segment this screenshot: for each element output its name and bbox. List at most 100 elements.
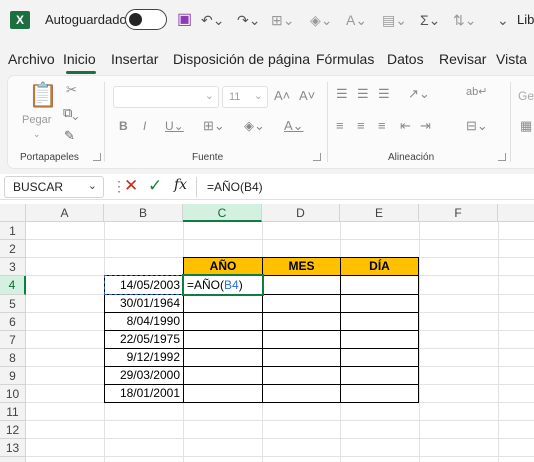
save-icon[interactable]: ▣ [177,9,192,31]
row-header-10[interactable]: 10 [0,385,26,403]
table-cell[interactable] [340,366,419,385]
date-cell-b5[interactable]: 30/01/1964 [104,294,184,313]
row-header-7[interactable]: 7 [0,331,26,349]
border-icon[interactable]: ⊞⌄ [203,118,225,134]
table-cell[interactable] [183,312,263,331]
sort-icon[interactable]: ⇅⌄ [453,9,476,31]
table-cell[interactable] [340,312,419,331]
format-painter-icon[interactable]: ✎ [64,128,75,144]
name-box-dropdown-icon[interactable]: ⌄ [88,179,97,192]
customize-toolbar-icon[interactable]: ⌄ [497,9,509,31]
table-cell[interactable] [340,275,419,295]
table-cell[interactable] [262,348,341,367]
date-cell-b6[interactable]: 8/04/1990 [104,312,184,331]
table-cell[interactable] [262,294,341,313]
table-cell[interactable] [340,384,419,403]
decrease-indent-icon[interactable]: ⇤ [400,118,411,134]
paste-dropdown-icon[interactable]: ⌄ [33,126,41,142]
font-color-icon[interactable]: A⌄ [346,9,367,31]
table-cell[interactable] [262,275,341,295]
text-color-icon[interactable]: A⌄ [284,118,304,134]
align-middle-icon[interactable]: ☰ [357,86,369,102]
active-cell-c4[interactable]: =AÑO(B4) [182,274,264,296]
bold-icon[interactable]: B [119,118,128,134]
tab-formulas[interactable]: Fórmulas [316,51,374,67]
row-header-3[interactable]: 3 [0,258,26,276]
undo-icon[interactable]: ↶⌄ [201,9,224,31]
date-cell-b9[interactable]: 29/03/2000 [104,366,184,385]
table-cell[interactable] [183,330,263,349]
date-cell-b10[interactable]: 18/01/2001 [104,384,184,403]
select-all-corner[interactable] [0,204,26,222]
date-cell-b8[interactable]: 9/12/1992 [104,348,184,367]
column-header-g[interactable] [498,204,534,222]
format-icon[interactable]: ▤⌄ [382,9,407,31]
shrink-font-icon[interactable]: A˅ [299,88,315,104]
tab-revisar[interactable]: Revisar [439,51,486,67]
row-header-6[interactable]: 6 [0,313,26,331]
cut-icon[interactable]: ✂ [66,82,77,98]
copy-icon[interactable]: ⧉⌄ [63,105,78,121]
redo-icon[interactable]: ↷⌄ [237,9,260,31]
tab-datos[interactable]: Datos [387,51,424,67]
row-header-8[interactable]: 8 [0,349,26,367]
merge-center-icon[interactable]: ⊟⌄ [466,118,488,134]
row-header-4[interactable]: 4 [0,276,26,295]
align-center-icon[interactable]: ≡ [357,118,365,134]
wrap-text-icon[interactable]: ab↵ [466,84,487,100]
fill-icon[interactable]: ◈⌄ [244,118,265,134]
table-cell[interactable] [262,312,341,331]
table-cell[interactable] [262,384,341,403]
align-right-icon[interactable]: ≡ [378,118,386,134]
row-header-13[interactable]: 13 [0,439,26,457]
table-cell[interactable] [262,366,341,385]
clipboard-launcher-icon[interactable] [93,153,101,161]
number-format-box[interactable]: Ge [518,88,534,104]
size-dropdown-icon[interactable]: ⌄ [254,89,263,102]
table-cell[interactable] [183,384,263,403]
column-header-f[interactable]: F [419,204,498,222]
row-header-9[interactable]: 9 [0,367,26,385]
align-top-icon[interactable]: ☰ [336,86,348,102]
font-launcher-icon[interactable] [313,153,321,161]
table-cell[interactable] [183,348,263,367]
alignment-launcher-icon[interactable] [498,153,506,161]
row-header-5[interactable]: 5 [0,295,26,313]
tab-vista[interactable]: Vista [496,51,527,67]
fill-color-icon[interactable]: ◈⌄ [310,9,333,31]
italic-icon[interactable]: I [143,118,146,134]
column-header-e[interactable]: E [340,204,419,222]
table-cell[interactable] [183,366,263,385]
row-header-12[interactable]: 12 [0,421,26,439]
row-header-14[interactable] [0,457,26,462]
column-header-a[interactable]: A [26,204,104,222]
table-cell[interactable] [183,294,263,313]
tab-insertar[interactable]: Insertar [111,51,158,67]
header-cell-mes[interactable]: MES [262,257,341,276]
formula-input[interactable]: =AÑO(B4) [207,180,263,194]
cancel-icon[interactable]: ✕ [124,176,138,196]
paste-icon[interactable]: 📋 [28,82,58,110]
grow-font-icon[interactable]: A˄ [274,88,290,104]
table-cell[interactable] [340,348,419,367]
autosave-toggle[interactable] [125,9,167,30]
column-header-d[interactable]: D [262,204,340,222]
currency-icon[interactable]: ▦ [520,118,532,134]
tab-inicio[interactable]: Inicio [63,51,96,67]
align-bottom-icon[interactable]: ☰ [378,86,390,102]
table-cell[interactable] [340,330,419,349]
cell-edit-text[interactable]: =AÑO(B4) [187,276,243,294]
enter-icon[interactable]: ✓ [148,176,162,196]
row-header-1[interactable]: 1 [0,222,26,240]
column-header-b[interactable]: B [104,204,183,222]
tab-archivo[interactable]: Archivo [8,51,55,67]
table-cell[interactable] [340,294,419,313]
orientation-icon[interactable]: ↗⌄ [408,86,430,102]
align-left-icon[interactable]: ≡ [336,118,344,134]
header-cell-dia[interactable]: DÍA [340,257,419,276]
font-size-box[interactable]: 11 ⌄ [222,86,268,108]
insert-function-icon[interactable]: fx [174,177,187,193]
row-header-2[interactable]: 2 [0,240,26,258]
autosum-icon[interactable]: Σ⌄ [420,9,440,31]
font-name-box[interactable]: ⌄ [113,86,219,108]
